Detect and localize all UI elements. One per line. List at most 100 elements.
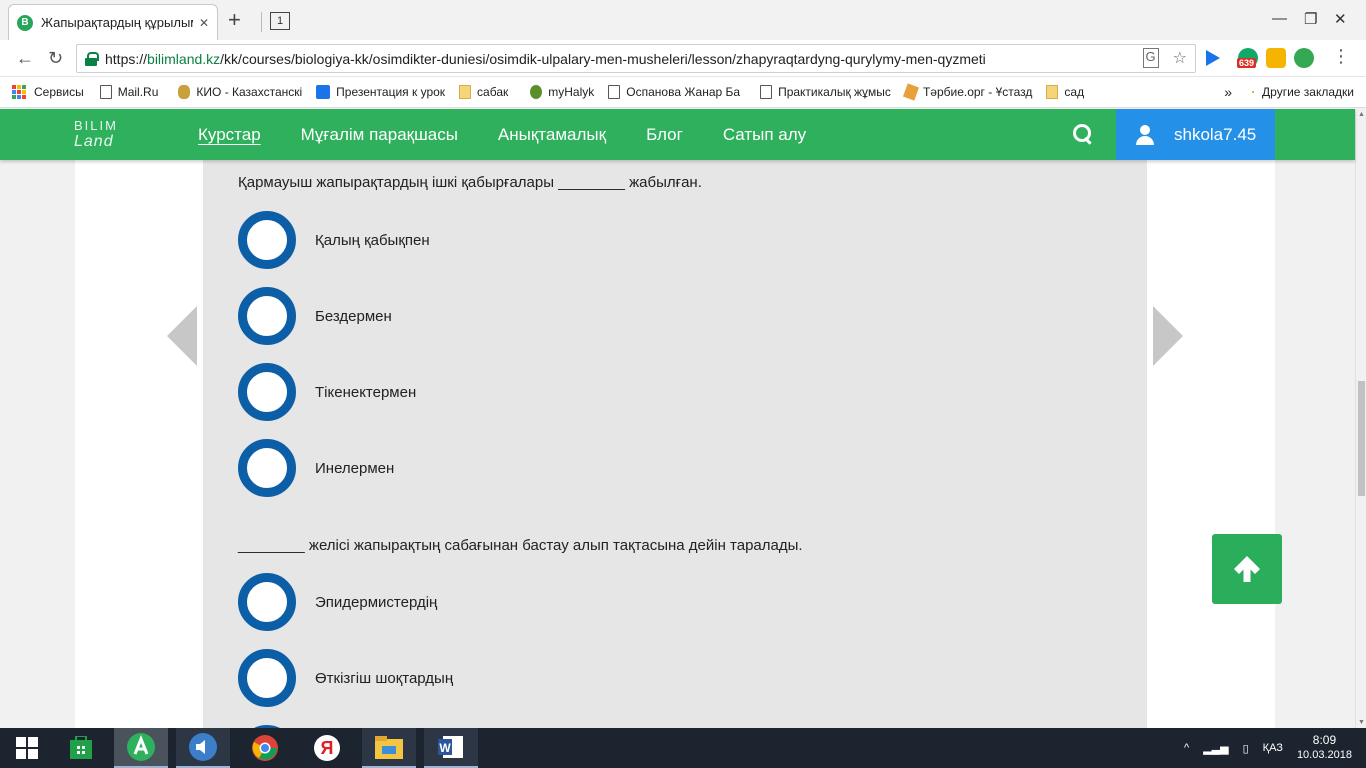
next-arrow-icon[interactable] — [1153, 306, 1183, 366]
list-extension-icon[interactable] — [1294, 48, 1314, 68]
scroll-to-top-button[interactable] — [1212, 534, 1282, 604]
bookmark-label: сад — [1064, 85, 1085, 99]
search-icon[interactable] — [1073, 124, 1093, 144]
vertical-scrollbar[interactable]: ▲ ▼ — [1355, 109, 1366, 728]
bilimland-favicon-icon: B — [17, 14, 33, 31]
menu-dots-icon[interactable]: ⋮ — [1332, 46, 1350, 66]
tray-chevron-icon[interactable]: ^ — [1184, 742, 1189, 754]
browser-tabstrip: B Жапырақтардың құрылымы ✕ + 1 — ❐ ✕ — [0, 0, 1366, 40]
close-tab-icon[interactable]: ✕ — [199, 16, 209, 30]
clock[interactable]: 8:09 10.03.2018 — [1297, 733, 1352, 763]
bookmark-item[interactable]: Оспанова Жанар Ба — [608, 85, 740, 99]
answer-label: Бездермен — [315, 307, 392, 325]
answer-option[interactable]: Инелермен — [238, 439, 394, 497]
folder-icon — [459, 85, 472, 99]
clock-time: 8:09 — [1312, 733, 1337, 747]
user-account-button[interactable]: shkola7.45 — [1116, 109, 1275, 160]
chrome-icon[interactable] — [238, 728, 292, 768]
speaker-app-icon[interactable] — [176, 728, 230, 768]
question-text: Қармауыш жапырақтардың ішкі қабырғалары … — [238, 174, 702, 191]
bookmark-label: Сервисы — [34, 85, 84, 99]
answer-label: Эпидермистердің — [315, 593, 438, 611]
bookmark-item[interactable]: сабак — [459, 85, 508, 99]
answer-option[interactable]: Эпидермистердің — [238, 573, 437, 631]
lock-icon — [85, 51, 99, 66]
address-bar[interactable]: https://bilimland.kz/kk/courses/biologiy… — [76, 44, 1196, 73]
radio-button[interactable] — [238, 573, 296, 631]
page-content: Қармауыш жапырақтардың ішкі қабырғалары … — [0, 160, 1355, 728]
answer-label: Өткізгіш шоқтардың — [315, 669, 454, 687]
bookmark-item[interactable]: сад — [1046, 85, 1084, 99]
radio-button[interactable] — [238, 363, 296, 421]
yandex-browser-icon[interactable]: Я — [300, 728, 354, 768]
store-app-icon[interactable] — [54, 728, 108, 768]
checkbox-icon — [316, 85, 331, 99]
system-tray: ^ ▂▃▅ ▯ ҚАЗ 8:09 10.03.2018 — [1184, 728, 1352, 768]
battery-icon[interactable]: ▯ — [1243, 742, 1249, 755]
file-explorer-icon[interactable] — [362, 728, 416, 768]
answer-option[interactable]: Тікенектермен — [238, 363, 416, 421]
bookmark-label: myHalyk — [548, 85, 595, 99]
new-tab-button[interactable]: + — [228, 9, 241, 31]
clock-date: 10.03.2018 — [1296, 749, 1352, 761]
bookmark-item[interactable]: Mail.Ru — [99, 85, 158, 99]
word-app-icon[interactable]: W — [424, 728, 478, 768]
signal-icon[interactable]: ▂▃▅ — [1203, 742, 1228, 755]
restore-icon[interactable]: ❐ — [1304, 10, 1317, 28]
bookmark-star-icon[interactable]: ☆ — [1173, 48, 1187, 68]
close-window-icon[interactable]: ✕ — [1334, 10, 1347, 28]
radio-button[interactable] — [238, 211, 296, 269]
nav-item-teacher-page[interactable]: Мұғалім парақшасы — [301, 125, 458, 145]
bookmark-item[interactable]: Тәрбие.орг - Ұстазд — [902, 83, 1033, 101]
bookmarks-overflow-button[interactable]: » — [1224, 84, 1232, 100]
radio-button[interactable] — [238, 649, 296, 707]
bilimland-logo[interactable]: BILIM Land — [74, 118, 118, 150]
nav-item-courses[interactable]: Курстар — [198, 125, 261, 145]
kio-icon — [178, 85, 191, 99]
bookmark-item[interactable]: myHalyk — [530, 85, 594, 99]
answer-option[interactable]: Өткізгіш шоқтардың — [238, 649, 453, 707]
svg-text:Я: Я — [321, 738, 334, 758]
scroll-down-icon[interactable]: ▼ — [1358, 719, 1365, 726]
other-bookmarks-button[interactable]: Другие закладки — [1262, 85, 1354, 99]
bookmark-item[interactable]: Практикалық жұмыс — [760, 85, 891, 99]
bookmark-label: Презентация к урок — [336, 85, 446, 99]
scrollbar-thumb[interactable] — [1358, 381, 1365, 496]
bookmark-item[interactable]: Презентация к урок — [316, 85, 445, 99]
url-scheme: https:// — [105, 50, 148, 67]
radio-button[interactable] — [238, 439, 296, 497]
bookmark-label: сабак — [477, 85, 509, 99]
bookmark-item[interactable]: КИО - Казахстанскі — [178, 85, 302, 99]
radio-button[interactable] — [238, 287, 296, 345]
bookmark-label: Практикалық жұмыс — [778, 85, 891, 99]
logo-line1: BILIM — [74, 118, 118, 133]
tab-separator — [261, 12, 262, 32]
svg-text:W: W — [439, 741, 451, 755]
bilimland-app-icon[interactable] — [114, 728, 168, 768]
nav-item-reference[interactable]: Анықтамалық — [498, 125, 606, 145]
language-indicator[interactable]: ҚАЗ — [1263, 742, 1283, 754]
answer-option[interactable]: Бездермен — [238, 287, 392, 345]
logo-line2: Land — [74, 133, 114, 150]
bookmark-label: Оспанова Жанар Ба — [626, 85, 741, 99]
scroll-up-icon[interactable]: ▲ — [1358, 111, 1365, 118]
browser-tab[interactable]: B Жапырақтардың құрылымы ✕ — [8, 4, 218, 40]
arrow-up-icon — [1234, 556, 1260, 582]
bookmark-label: Тәрбие.орг - Ұстазд — [922, 85, 1033, 99]
translate-icon[interactable]: G — [1142, 48, 1159, 68]
bookmarks-bar: Сервисы Mail.Ru КИО - Казахстанскі Презе… — [0, 77, 1366, 108]
previous-arrow-icon[interactable] — [167, 306, 197, 366]
minimize-icon[interactable]: — — [1272, 10, 1287, 27]
nav-item-blog[interactable]: Блог — [646, 125, 683, 145]
play-extension-icon[interactable] — [1202, 48, 1222, 68]
nav-item-purchase[interactable]: Сатып алу — [723, 125, 806, 145]
back-arrow-icon[interactable]: ← — [16, 48, 34, 68]
browser-toolbar: ← ↻ https://bilimland.kz/kk/courses/biol… — [0, 40, 1366, 77]
chat-extension-icon[interactable] — [1266, 48, 1286, 68]
reload-icon[interactable]: ↻ — [48, 48, 63, 68]
start-button[interactable] — [0, 728, 54, 768]
main-nav: Курстар Мұғалім парақшасы Анықтамалық Бл… — [198, 125, 806, 145]
bookmark-item[interactable]: Сервисы — [12, 85, 84, 99]
answer-option[interactable]: Қалың қабықпен — [238, 211, 430, 269]
tab-overview-icon[interactable]: 1 — [270, 12, 290, 30]
